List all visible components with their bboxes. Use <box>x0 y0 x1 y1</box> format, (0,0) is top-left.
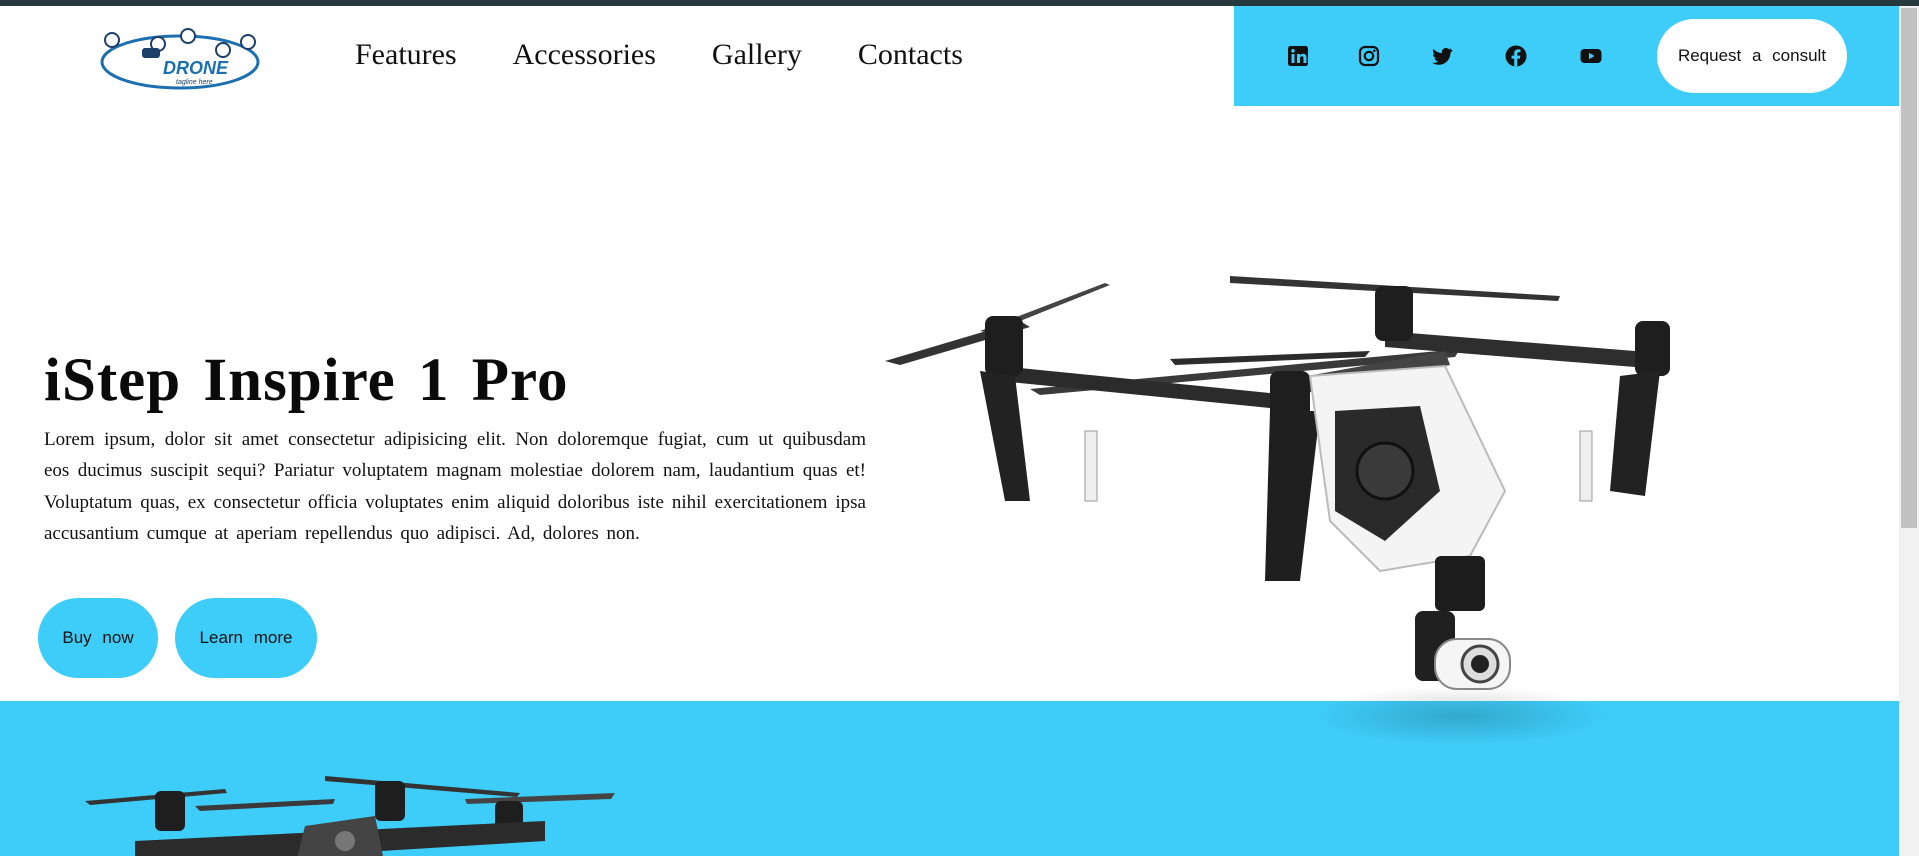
hero-title: iStep Inspire 1 Pro <box>44 347 569 414</box>
youtube-icon[interactable] <box>1579 44 1603 68</box>
hero-description: Lorem ipsum, dolor sit amet consectetur … <box>44 429 866 544</box>
drone-logo[interactable]: DRONE tagline here <box>98 28 268 92</box>
drone-image <box>885 276 1670 746</box>
instagram-icon[interactable] <box>1357 44 1381 68</box>
twitter-icon[interactable] <box>1430 44 1454 68</box>
nav-contacts[interactable]: Contacts <box>858 38 963 72</box>
buy-now-button[interactable]: Buy now <box>38 598 158 678</box>
scrollbar-thumb[interactable] <box>1901 8 1917 528</box>
facebook-icon[interactable] <box>1504 44 1528 68</box>
logo-tagline: tagline here <box>176 79 213 86</box>
nav-gallery[interactable]: Gallery <box>712 38 802 72</box>
nav-accessories[interactable]: Accessories <box>513 38 656 72</box>
request-consult-button[interactable]: Request a consult <box>1657 19 1847 93</box>
main-nav: Features Accessories Gallery Contacts <box>355 38 963 72</box>
logo-text: DRONE <box>163 58 229 78</box>
nav-features[interactable]: Features <box>355 38 457 72</box>
linkedin-icon[interactable] <box>1286 44 1310 68</box>
page-viewport: DRONE tagline here Features Accessories … <box>0 6 1899 856</box>
learn-more-button[interactable]: Learn more <box>175 598 317 678</box>
drone-image-secondary <box>85 776 615 856</box>
